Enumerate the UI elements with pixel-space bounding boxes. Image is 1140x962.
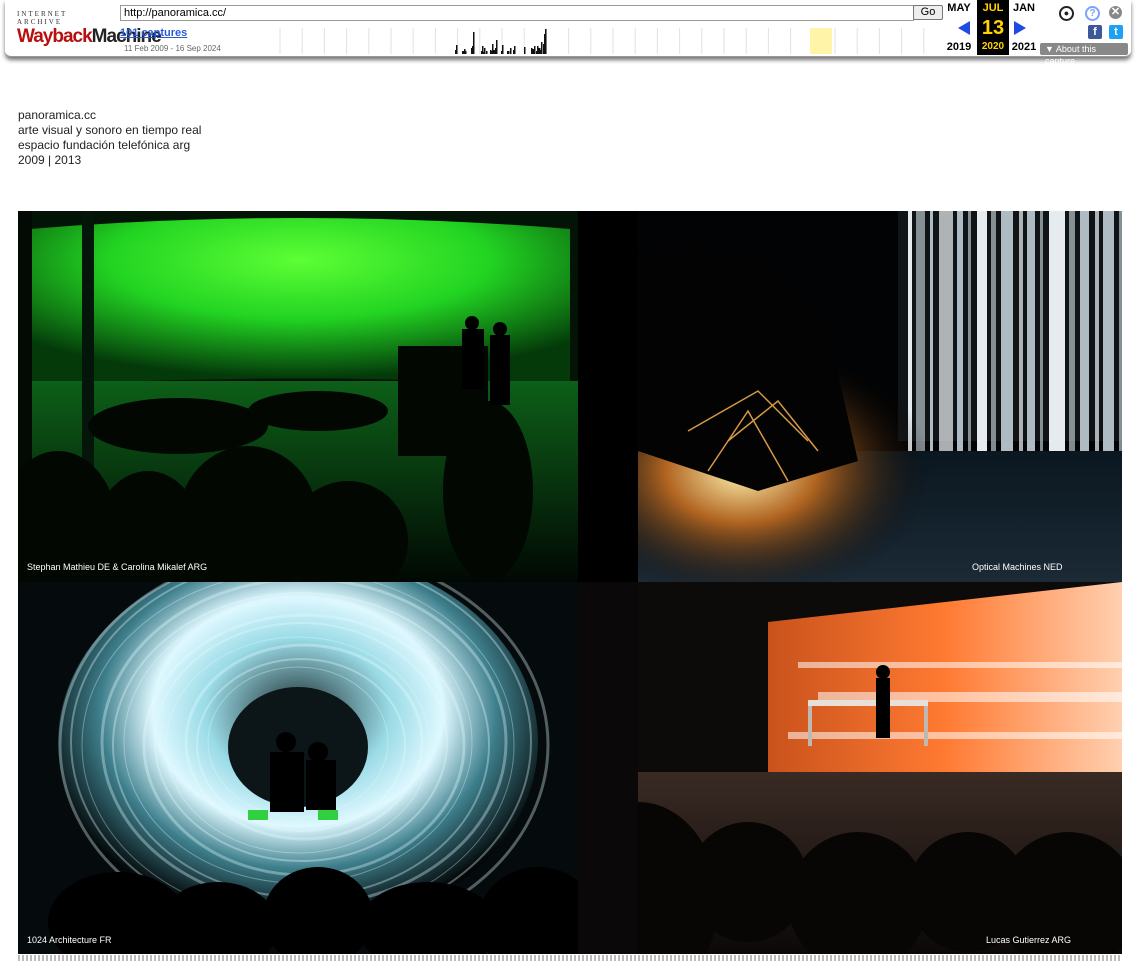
next-arrow-icon[interactable] [1014,21,1026,35]
current-day: 13 [981,17,1005,39]
twitter-icon[interactable]: t [1109,25,1123,39]
about-capture-label: About this capture [1045,44,1096,66]
current-year: 2020 [981,41,1005,52]
help-icon[interactable]: ? [1085,6,1100,21]
wayback-logo[interactable]: INTERNET ARCHIVE WaybackMachine [17,10,162,47]
sparkline-bar [534,46,536,54]
about-capture-button[interactable]: ▼ About this capture [1040,43,1128,66]
photo-caption: Optical Machines NED [972,562,1063,572]
photo-caption: Stephan Mathieu DE & Carolina Mikalef AR… [27,562,208,572]
sparkline-bar [510,48,512,54]
photo-gallery: Stephan Mathieu DE & Carolina Mikalef AR… [18,211,1122,954]
sparkline-current-year [810,28,832,54]
capture-sparkline[interactable] [275,28,943,54]
prev-month[interactable]: MAY [943,2,975,14]
go-button[interactable]: Go [913,5,943,20]
logo-wayback: Wayback [17,26,93,47]
url-input[interactable]: http://panoramica.cc/ [120,5,914,21]
next-month[interactable]: JAN [1008,2,1040,14]
sparkline-bar [496,40,498,54]
captures-range: 11 Feb 2009 - 16 Sep 2024 [124,44,221,53]
close-icon[interactable]: ✕ [1109,6,1122,19]
gallery-photo-optical-machines[interactable]: Optical Machines NED [578,211,1122,582]
gallery-photo-green-performance[interactable]: Stephan Mathieu DE & Carolina Mikalef AR… [18,211,578,582]
sparkline-bar [524,47,526,54]
site-venue: espacio fundación telefónica arg [18,138,191,152]
gallery-photo-lucas-gutierrez[interactable]: Lucas Gutierrez ARG [578,582,1122,954]
site-title: panoramica.cc [18,108,97,122]
sparkline-bar [545,29,547,54]
user-icon[interactable]: ● [1059,6,1074,21]
logo-internet-archive: INTERNET ARCHIVE [17,10,68,26]
sparkline-bar [502,45,504,54]
prev-year[interactable]: 2019 [943,41,975,53]
photo-caption: 1024 Architecture FR [27,935,112,945]
sparkline-bar [456,45,458,54]
sparkline-bar [473,32,475,54]
sparkline-bar [541,42,543,54]
facebook-icon[interactable]: f [1088,25,1102,39]
sparkline-bar [465,51,467,54]
current-month: JUL [982,2,1004,14]
sparkline-bar [484,48,486,54]
next-year[interactable]: 2021 [1008,41,1040,53]
site-subtitle: arte visual y sonoro en tiempo real [18,123,202,137]
wayback-toolbar: INTERNET ARCHIVE WaybackMachine http://p… [5,0,1131,66]
prev-arrow-icon[interactable] [958,21,970,35]
photo-caption: Lucas Gutierrez ARG [986,935,1072,945]
sparkline-bar [514,46,516,54]
site-intro: panoramica.cc arte visual y sonoro en ti… [18,108,201,168]
scrollbar-strip[interactable] [18,955,1122,961]
captures-link[interactable]: 101 captures [120,27,187,39]
site-years: 2009 | 2013 [18,153,82,167]
sparkline-bar [508,51,510,54]
sparkline-bar [486,51,488,54]
gallery-photo-1024-architecture[interactable]: 1024 Architecture FR [18,582,578,954]
